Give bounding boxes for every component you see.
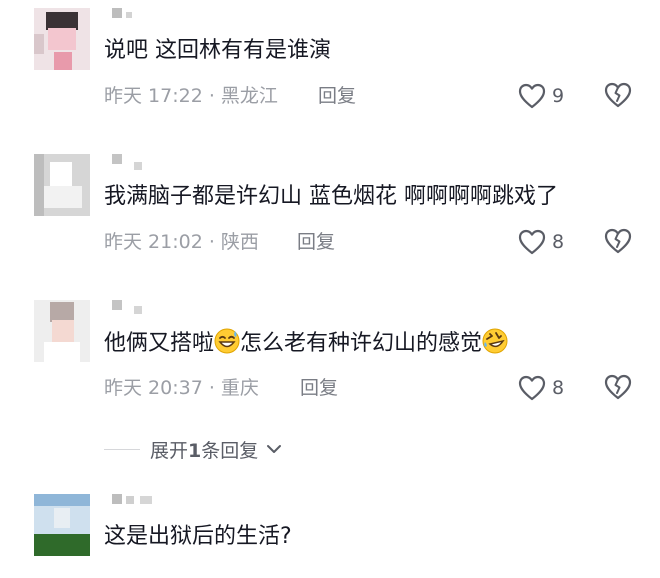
reply-button[interactable]: 回复	[297, 230, 335, 254]
comment-item: 说吧 这回林有有是谁演 昨天 17:22 · 黑龙江 回复 9	[0, 8, 660, 128]
comment-meta: 昨天 20:37 · 重庆	[104, 377, 259, 399]
avatar[interactable]	[34, 300, 90, 362]
comment-item: 我满脑子都是许幻山 蓝色烟花 啊啊啊啊跳戏了 昨天 21:02 · 陕西 回复 …	[0, 154, 660, 274]
comment-meta: 昨天 21:02 · 陕西	[104, 231, 259, 253]
comment-text: 我满脑子都是许幻山 蓝色烟花 啊啊啊啊跳戏了	[104, 184, 558, 209]
reply-button[interactable]: 回复	[300, 376, 338, 400]
broken-heart-icon	[604, 228, 632, 254]
expand-divider	[104, 448, 140, 450]
broken-heart-icon	[604, 82, 632, 108]
like-count: 9	[552, 85, 565, 107]
like-button[interactable]: 8	[518, 374, 564, 402]
comment-item: 这是出狱后的生活?	[0, 494, 660, 578]
sweat-smile-emoji-icon	[214, 328, 240, 354]
comment-item: 他俩又搭啦 怎么老有种许幻山的感觉 昨天 20:37 · 重庆 回复 8	[0, 300, 660, 420]
comment-text: 他俩又搭啦 怎么老有种许幻山的感觉	[104, 328, 508, 359]
avatar[interactable]	[34, 494, 90, 556]
avatar[interactable]	[34, 8, 90, 70]
comment-text: 这是出狱后的生活?	[104, 524, 292, 549]
chevron-down-icon	[267, 445, 282, 453]
heart-outline-icon	[518, 375, 546, 401]
comment-meta: 昨天 17:22 · 黑龙江	[104, 85, 278, 107]
comment-text: 说吧 这回林有有是谁演	[104, 38, 331, 63]
comment-text-part: 怎么老有种许幻山的感觉	[240, 331, 483, 356]
expand-replies-label: 展开1条回复	[150, 439, 259, 462]
reply-button[interactable]: 回复	[318, 84, 356, 108]
broken-heart-icon	[604, 374, 632, 400]
heart-outline-icon	[518, 83, 546, 109]
expand-replies-button[interactable]: 展开1条回复	[104, 436, 284, 462]
like-button[interactable]: 8	[518, 228, 564, 256]
dislike-button[interactable]	[604, 82, 632, 112]
comment-text-part: 他俩又搭啦	[104, 331, 215, 356]
dislike-button[interactable]	[604, 374, 632, 404]
rolling-laugh-emoji-icon	[482, 328, 508, 354]
avatar[interactable]	[34, 154, 90, 216]
like-count: 8	[552, 377, 565, 399]
like-count: 8	[552, 231, 565, 253]
dislike-button[interactable]	[604, 228, 632, 258]
heart-outline-icon	[518, 229, 546, 255]
like-button[interactable]: 9	[518, 82, 564, 110]
